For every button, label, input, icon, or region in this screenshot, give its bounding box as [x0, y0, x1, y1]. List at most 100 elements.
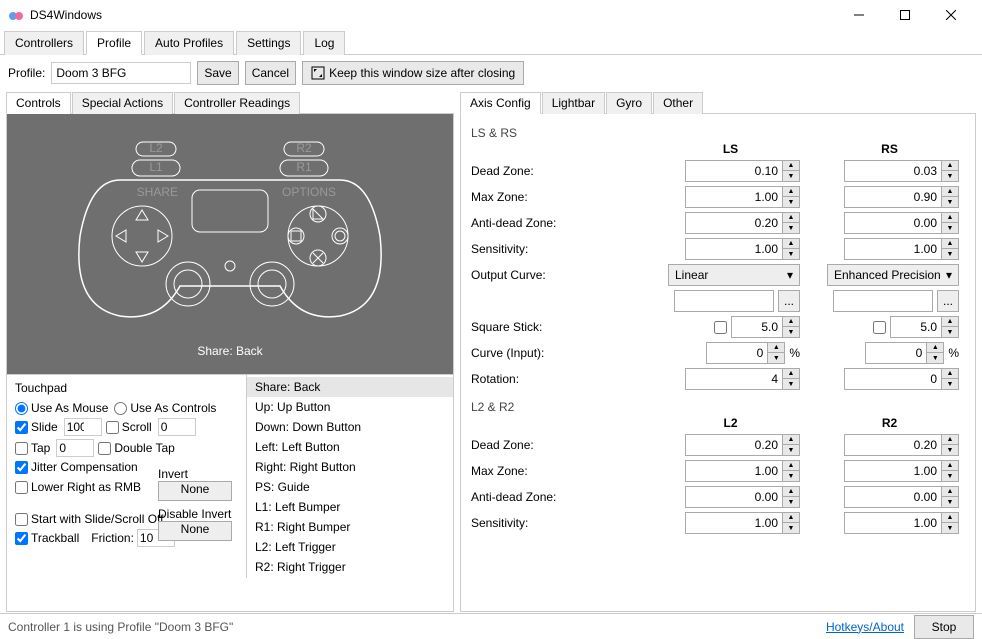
- tap-input[interactable]: [56, 439, 94, 457]
- mapping-item[interactable]: Down: Down Button: [247, 417, 453, 437]
- subtab-gyro[interactable]: Gyro: [606, 92, 652, 114]
- spin-input[interactable]: ▲▼: [685, 238, 800, 260]
- save-button[interactable]: Save: [197, 61, 238, 85]
- rotation-rs-spin[interactable]: ▲▼: [844, 368, 959, 390]
- curve-rs-browse-button[interactable]: ...: [937, 290, 959, 312]
- maximize-button[interactable]: [882, 0, 928, 30]
- spin-input[interactable]: ▲▼: [685, 186, 800, 208]
- slide-input[interactable]: [64, 418, 102, 436]
- subtab-lightbar[interactable]: Lightbar: [542, 92, 605, 114]
- square-stick-ls-spin[interactable]: ▲▼: [731, 316, 800, 338]
- mapping-item[interactable]: L1: Left Bumper: [247, 497, 453, 517]
- mapping-item[interactable]: Left: Left Button: [247, 437, 453, 457]
- close-button[interactable]: [928, 0, 974, 30]
- spin-input[interactable]: ▲▼: [685, 434, 800, 456]
- use-as-mouse-radio[interactable]: Use As Mouse: [15, 401, 108, 415]
- config-row: Max Zone:▲▼▲▼: [471, 460, 969, 482]
- rs-header: RS: [810, 142, 969, 156]
- invert-combo[interactable]: None: [158, 481, 232, 501]
- spin-input[interactable]: ▲▼: [844, 160, 959, 182]
- spin-input[interactable]: ▲▼: [844, 238, 959, 260]
- mapping-list[interactable]: Share: BackUp: Up ButtonDown: Down Butto…: [247, 375, 453, 578]
- spin-input[interactable]: ▲▼: [844, 460, 959, 482]
- svg-text:OPTIONS: OPTIONS: [282, 185, 336, 199]
- mapping-item[interactable]: PS: Guide: [247, 477, 453, 497]
- mapping-item[interactable]: Right: Right Button: [247, 457, 453, 477]
- svg-text:R1: R1: [296, 160, 312, 174]
- chevron-down-icon: ▾: [946, 268, 952, 282]
- config-row: Sensitivity: ▲▼ ▲▼: [471, 512, 969, 534]
- mapping-item[interactable]: R1: Right Bumper: [247, 517, 453, 537]
- spin-input[interactable]: ▲▼: [844, 434, 959, 456]
- spin-input[interactable]: ▲▼: [685, 512, 800, 534]
- hotkeys-about-link[interactable]: Hotkeys/About: [826, 620, 904, 634]
- subtab-controller-readings[interactable]: Controller Readings: [174, 92, 300, 114]
- spin-input[interactable]: ▲▼: [844, 512, 959, 534]
- mapping-item[interactable]: L2: Left Trigger: [247, 537, 453, 557]
- tap-checkbox[interactable]: Tap: [15, 441, 50, 455]
- spin-input[interactable]: ▲▼: [685, 460, 800, 482]
- use-as-controls-radio[interactable]: Use As Controls: [114, 401, 216, 415]
- tab-profile[interactable]: Profile: [86, 31, 142, 55]
- scroll-checkbox[interactable]: Scroll: [106, 420, 152, 434]
- jitter-checkbox[interactable]: Jitter Compensation: [15, 460, 138, 474]
- cancel-button[interactable]: Cancel: [245, 61, 296, 85]
- tab-controllers[interactable]: Controllers: [4, 31, 84, 55]
- minimize-button[interactable]: [836, 0, 882, 30]
- ls-rs-section: LS & RS: [471, 126, 969, 140]
- titlebar: DS4Windows: [0, 0, 982, 30]
- subtab-axis-config[interactable]: Axis Config: [460, 92, 541, 114]
- config-row: Max Zone: ▲▼ ▲▼: [471, 186, 969, 208]
- disable-invert-combo[interactable]: None: [158, 521, 232, 541]
- curve-input-rs-spin[interactable]: ▲▼: [865, 342, 944, 364]
- axis-config-pane: LS & RS LS RS Dead Zone: ▲▼ ▲▼ Max Zone: ▲▼ ▲…: [460, 114, 976, 612]
- tab-auto-profiles[interactable]: Auto Profiles: [144, 31, 234, 55]
- output-curve-label: Output Curve:: [471, 268, 651, 282]
- spin-input[interactable]: ▲▼: [844, 486, 959, 508]
- mapping-item[interactable]: Share: Back: [247, 377, 453, 397]
- status-bar: Controller 1 is using Profile "Doom 3 BF…: [0, 613, 982, 639]
- square-stick-ls-checkbox[interactable]: [714, 321, 727, 334]
- status-text: Controller 1 is using Profile "Doom 3 BF…: [8, 620, 826, 634]
- subtab-controls[interactable]: Controls: [6, 92, 71, 114]
- config-label: Max Zone:: [471, 190, 651, 204]
- keep-window-size-button[interactable]: Keep this window size after closing: [302, 61, 524, 85]
- config-label: Dead Zone:: [471, 164, 651, 178]
- double-tap-checkbox[interactable]: Double Tap: [98, 441, 175, 455]
- output-curve-rs-combo[interactable]: Enhanced Precision▾: [827, 264, 959, 286]
- left-subtabs: ControlsSpecial ActionsController Readin…: [6, 91, 454, 114]
- stop-button[interactable]: Stop: [914, 615, 974, 639]
- controller-diagram[interactable]: L2 R2 L1 R1 SHARE OPTIONS: [7, 114, 453, 374]
- subtab-special-actions[interactable]: Special Actions: [72, 92, 173, 114]
- slide-checkbox[interactable]: Slide: [15, 420, 58, 434]
- ls-header: LS: [651, 142, 810, 156]
- subtab-other[interactable]: Other: [653, 92, 703, 114]
- curve-rs-textbox[interactable]: [833, 290, 933, 312]
- spin-input[interactable]: ▲▼: [685, 486, 800, 508]
- tab-settings[interactable]: Settings: [236, 31, 301, 55]
- curve-ls-browse-button[interactable]: ...: [778, 290, 800, 312]
- mapping-item[interactable]: Up: Up Button: [247, 397, 453, 417]
- square-stick-rs-spin[interactable]: ▲▼: [890, 316, 959, 338]
- scroll-input[interactable]: [158, 418, 196, 436]
- spin-input[interactable]: ▲▼: [685, 160, 800, 182]
- spin-input[interactable]: ▲▼: [844, 212, 959, 234]
- mapping-item[interactable]: R2: Right Trigger: [247, 557, 453, 577]
- start-slide-scroll-off-checkbox[interactable]: Start with Slide/Scroll Off: [15, 512, 164, 526]
- output-curve-ls-combo[interactable]: Linear▾: [668, 264, 800, 286]
- trackball-checkbox[interactable]: Trackball: [15, 531, 79, 545]
- spin-input[interactable]: ▲▼: [685, 212, 800, 234]
- profile-name-input[interactable]: [51, 62, 191, 84]
- svg-text:R2: R2: [296, 141, 312, 155]
- lower-right-rmb-checkbox[interactable]: Lower Right as RMB: [15, 480, 141, 494]
- config-label: Sensitivity:: [471, 516, 651, 530]
- square-stick-rs-checkbox[interactable]: [873, 321, 886, 334]
- l2-header: L2: [651, 416, 810, 430]
- disable-invert-label: Disable Invert: [158, 507, 238, 521]
- rotation-ls-spin[interactable]: ▲▼: [685, 368, 800, 390]
- curve-ls-textbox[interactable]: [674, 290, 774, 312]
- curve-input-ls-spin[interactable]: ▲▼: [706, 342, 785, 364]
- tab-log[interactable]: Log: [303, 31, 345, 55]
- invert-label: Invert: [158, 467, 238, 481]
- spin-input[interactable]: ▲▼: [844, 186, 959, 208]
